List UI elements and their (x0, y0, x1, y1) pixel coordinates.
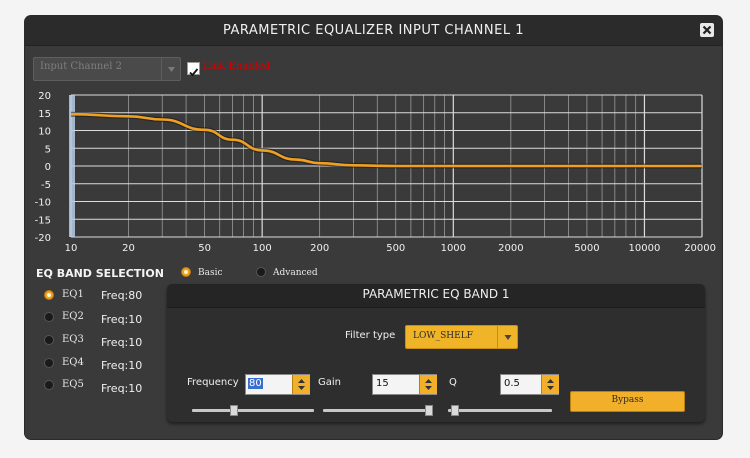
band-eq2-freq: Freq:10 (101, 313, 143, 326)
band-eq4-radio[interactable] (44, 358, 54, 368)
q-slider-track[interactable] (448, 409, 552, 412)
y-tick-label: 20 (38, 91, 51, 102)
x-tick-label: 10 (65, 243, 78, 254)
parametric-eq-band-panel: PARAMETRIC EQ BAND 1 Filter type LOW_SHE… (167, 284, 705, 422)
x-tick-label: 200 (310, 243, 329, 254)
q-label: Q (449, 377, 457, 388)
y-tick-label: 0 (45, 162, 51, 173)
filter-type-select[interactable]: LOW_SHELF (405, 325, 518, 349)
panel-header: PARAMETRIC EQ BAND 1 (167, 284, 705, 308)
y-tick-label: 15 (38, 109, 51, 120)
stepper-arrows-icon (425, 379, 432, 390)
band-eq1-freq: Freq:80 (101, 289, 143, 302)
y-tick-label: 5 (45, 144, 51, 155)
gain-slider-thumb[interactable] (425, 405, 433, 416)
frequency-label: Frequency (187, 377, 239, 388)
band-eq4-label: EQ4 (62, 357, 84, 368)
x-tick-label: 500 (386, 243, 405, 254)
filter-type-label: Filter type (345, 330, 396, 341)
y-tick-label: -5 (41, 180, 51, 191)
x-tick-label: 50 (198, 243, 211, 254)
stepper-arrows-icon (547, 379, 554, 390)
chevron-down-icon[interactable] (497, 326, 518, 348)
y-tick-label: -10 (35, 198, 51, 209)
q-value[interactable]: 0.5 (504, 378, 520, 389)
band-eq3-freq: Freq:10 (101, 336, 143, 349)
y-axis-ticks: 20 15 10 5 0 -5 -10 -15 -20 (35, 91, 51, 244)
frequency-slider-thumb[interactable] (229, 405, 238, 416)
band-eq1-radio[interactable] (44, 290, 54, 300)
frequency-spinbox[interactable]: 80 (245, 374, 310, 395)
y-tick-label: -20 (35, 233, 51, 244)
gain-spinbox[interactable]: 15 (372, 374, 437, 395)
frequency-value[interactable]: 80 (248, 378, 263, 389)
band-eq5-radio[interactable] (44, 380, 54, 390)
mode-basic-radio[interactable] (181, 267, 191, 277)
gain-label: Gain (318, 377, 341, 388)
q-spinbox[interactable]: 0.5 (500, 374, 559, 395)
frequency-slider-track[interactable] (192, 409, 314, 412)
x-tick-label: 2000 (498, 243, 523, 254)
bypass-button[interactable]: Bypass (570, 391, 685, 412)
x-tick-label: 1000 (441, 243, 466, 254)
gain-stepper-buttons[interactable] (419, 375, 437, 394)
band-eq3-label: EQ3 (62, 334, 84, 345)
mode-advanced-label: Advanced (273, 268, 318, 278)
q-slider-thumb[interactable] (450, 405, 459, 416)
x-tick-label: 5000 (574, 243, 599, 254)
band-eq5-label: EQ5 (62, 379, 84, 390)
x-tick-label: 100 (253, 243, 272, 254)
x-axis-ticks: 10 20 50 100 200 500 1000 2000 5000 10000 20000 (65, 243, 716, 254)
band-eq5-freq: Freq:10 (101, 382, 143, 395)
band-eq4-freq: Freq:10 (101, 359, 143, 372)
frequency-stepper-buttons[interactable] (292, 375, 310, 394)
mode-advanced-radio[interactable] (256, 267, 266, 277)
band-eq3-radio[interactable] (44, 335, 54, 345)
y-tick-label: -15 (35, 215, 51, 226)
mode-basic-label: Basic (198, 268, 223, 278)
stepper-arrows-icon (298, 379, 305, 390)
gain-value[interactable]: 15 (376, 378, 389, 389)
bypass-button-label: Bypass (611, 395, 644, 405)
x-tick-label: 20000 (684, 243, 716, 254)
q-stepper-buttons[interactable] (541, 375, 559, 394)
x-tick-label: 10000 (629, 243, 661, 254)
filter-type-value: LOW_SHELF (413, 331, 473, 341)
panel-title: PARAMETRIC EQ BAND 1 (362, 287, 510, 301)
frequency-response-graph[interactable]: 20151050-5-10-15-20 10 20 50 100 200 500 1000 2… (25, 16, 722, 256)
x-tick-label: 20 (122, 243, 135, 254)
equalizer-window: PARAMETRIC EQUALIZER INPUT CHANNEL 1 Inp… (25, 16, 722, 439)
eq-band-selection-title: EQ BAND SELECTION (36, 267, 164, 280)
y-tick-label: 10 (38, 127, 51, 138)
band-eq2-label: EQ2 (62, 311, 84, 322)
gain-slider-track[interactable] (323, 409, 433, 412)
band-eq2-radio[interactable] (44, 312, 54, 322)
band-eq1-label: EQ1 (62, 289, 84, 300)
